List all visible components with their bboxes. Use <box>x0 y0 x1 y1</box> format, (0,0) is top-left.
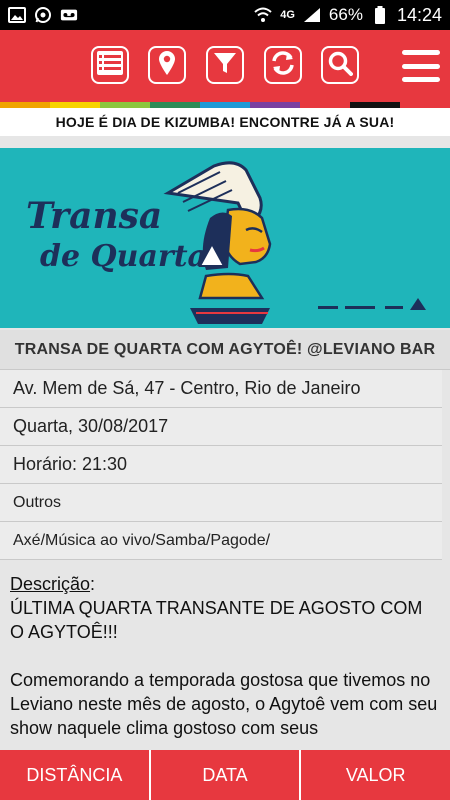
whatsapp-icon <box>34 6 52 24</box>
event-genres: Axé/Música ao vivo/Samba/Pagode/ <box>0 522 442 560</box>
search-button[interactable] <box>321 46 359 84</box>
refresh-button[interactable] <box>264 46 302 84</box>
battery-level: 66% <box>328 5 363 24</box>
event-title: TRANSA DE QUARTA COM AGYTOÊ! @LEVIANO BA… <box>0 330 450 370</box>
event-date: Quarta, 30/08/2017 <box>0 408 442 446</box>
event-artwork: Transa de Quarta <box>0 148 450 328</box>
event-category: Outros <box>0 484 442 522</box>
menu-icon-bar <box>402 63 440 69</box>
filter-button[interactable] <box>206 46 244 84</box>
app-toolbar <box>0 30 450 102</box>
hero-logo-line2: de Quarta <box>40 239 207 274</box>
network-type: 4G <box>280 9 295 21</box>
sort-distance-button[interactable]: DISTÂNCIA <box>0 750 151 800</box>
description-paragraph: Comemorando a temporada gostosa que tive… <box>10 670 438 738</box>
filter-icon <box>213 51 237 80</box>
description-label: Descrição <box>10 574 91 594</box>
description-header: Descrição: <box>10 572 440 596</box>
battery-icon <box>371 6 389 24</box>
description-colon: : <box>90 574 96 594</box>
event-image: Transa de Quarta <box>0 148 450 328</box>
description-paragraph: ÚLTIMA QUARTA TRANSANTE DE AGOSTO COM O … <box>10 598 423 642</box>
wifi-icon <box>254 6 272 24</box>
event-description: Descrição: ÚLTIMA QUARTA TRANSANTE DE AG… <box>10 572 440 764</box>
status-notifications <box>8 6 78 24</box>
menu-icon-bar <box>402 77 440 82</box>
event-details: TRANSA DE QUARTA COM AGYTOÊ! @LEVIANO BA… <box>0 330 450 560</box>
sort-tab-bar: DISTÂNCIA DATA VALOR <box>0 750 450 800</box>
location-pin-icon <box>157 50 177 81</box>
status-bar: 4G 66% 14:24 <box>0 0 450 30</box>
event-time: Horário: 21:30 <box>0 446 442 484</box>
sort-value-button[interactable]: VALOR <box>301 750 450 800</box>
voicemail-icon <box>60 6 78 24</box>
sort-date-button[interactable]: DATA <box>151 750 302 800</box>
list-icon <box>96 50 124 81</box>
search-icon <box>327 50 353 81</box>
clock: 14:24 <box>396 4 442 25</box>
app-screen: 4G 66% 14:24 HOJE É DIA DE KIZUMBA! ENCO… <box>0 0 450 800</box>
menu-icon-bar <box>402 50 440 55</box>
list-view-button[interactable] <box>91 46 129 84</box>
refresh-icon <box>270 50 296 81</box>
hero-logo-line1: Transa <box>26 195 162 237</box>
event-address[interactable]: Av. Mem de Sá, 47 - Centro, Rio de Janei… <box>0 370 442 408</box>
hamburger-menu-button[interactable] <box>402 50 440 82</box>
signal-icon <box>303 6 321 24</box>
map-button[interactable] <box>148 46 186 84</box>
promo-banner[interactable]: HOJE É DIA DE KIZUMBA! ENCONTRE JÁ A SUA… <box>0 108 450 136</box>
status-system: 4G 66% 14:24 <box>254 5 442 26</box>
image-icon <box>8 6 26 24</box>
